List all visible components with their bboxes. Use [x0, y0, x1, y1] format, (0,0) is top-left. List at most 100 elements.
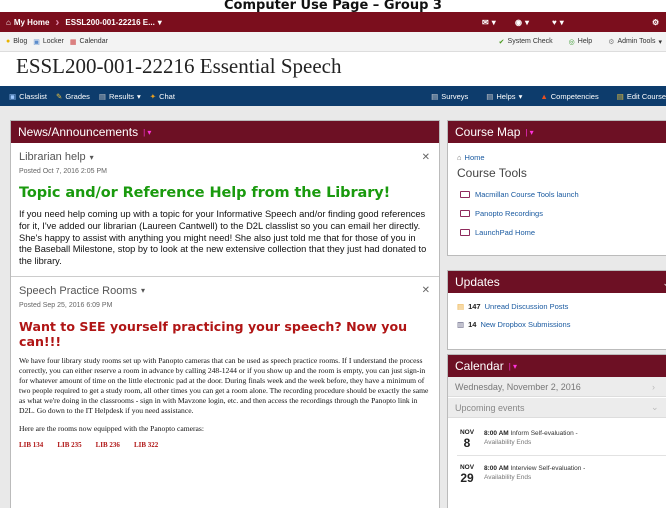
course-map-widget: Course Map | ▾ ⌂ Home Course Tools Macmi… — [447, 120, 666, 256]
chevron-down-icon[interactable]: ▾ — [141, 286, 145, 295]
chevron-down-icon: ▾ — [524, 17, 529, 27]
chevron-down-icon: ▾ — [559, 17, 564, 27]
update-label: New Dropbox Submissions — [480, 320, 571, 329]
mini-bar: ● Blog ▣ Locker ▦ Calendar ✔ System Chec… — [0, 32, 666, 52]
my-home-link[interactable]: ⌂ My Home — [0, 18, 55, 27]
news-body: If you need help coming up with a topic … — [19, 209, 427, 267]
nav-surveys[interactable]: ▤ Surveys — [431, 92, 468, 101]
blog-icon: ● — [6, 38, 11, 45]
news-widget-header: News/Announcements | ▾ — [11, 121, 439, 143]
people-icon: ▣ — [9, 91, 17, 101]
settings-gear-icon[interactable]: ⚙ — [652, 18, 659, 27]
nav-classlist-label: Classlist — [19, 91, 48, 101]
news-item-title-text: Speech Practice Rooms — [19, 284, 137, 297]
nav-helps[interactable]: ▤ Helps ▾ — [486, 92, 522, 101]
chevron-down-icon[interactable]: ▾ — [90, 153, 94, 162]
rooms-intro: Here are the rooms now equipped with the… — [19, 423, 204, 433]
nav-helps-label: Helps — [496, 91, 516, 101]
dropbox-submissions-link[interactable]: ▥ 14 New Dropbox Submissions — [457, 320, 666, 329]
news-posted-date: Posted Sep 25, 2016 6:09 PM — [19, 301, 113, 309]
tool-link-label: Panopto Recordings — [475, 209, 543, 218]
chevron-down-icon: ▾ — [658, 38, 662, 46]
update-label: Unread Discussion Posts — [484, 302, 569, 311]
survey-icon: ▤ — [431, 91, 439, 101]
update-count: 147 — [468, 302, 481, 311]
updates-title: Updates — [455, 275, 500, 289]
admin-tools-menu[interactable]: ⚙ Admin Tools ▾ — [608, 38, 662, 46]
panopto-recordings-link[interactable]: Panopto Recordings — [460, 209, 666, 218]
my-home-label: My Home — [13, 17, 50, 27]
nav-results-label: Results — [109, 91, 135, 101]
news-item-title: Librarian help ▾ ✕ — [19, 151, 431, 163]
event-divider — [457, 455, 666, 456]
close-icon[interactable]: ✕ — [422, 152, 430, 163]
blog-link[interactable]: ● Blog — [6, 38, 27, 45]
news-widget: News/Announcements | ▾ Librarian help ▾ … — [10, 120, 440, 508]
calendar-link[interactable]: ▦ Calendar — [70, 38, 108, 46]
launchpad-home-link[interactable]: LaunchPad Home — [460, 228, 666, 237]
calendar-title: Calendar — [455, 359, 504, 373]
nav-competencies-label: Competencies — [550, 91, 599, 101]
blog-label: Blog — [13, 38, 28, 45]
calendar-current-date[interactable]: Wednesday, November 2, 2016 › — [448, 377, 666, 397]
course-map-header: Course Map | ▾ — [448, 121, 666, 143]
system-check-link[interactable]: ✔ System Check — [499, 38, 553, 46]
room-item: LIB 235 — [57, 440, 82, 449]
event-title: Interview Self-evaluation - — [510, 465, 586, 472]
chevron-right-icon: › — [652, 381, 655, 392]
widget-menu-icon[interactable]: | ▾ — [525, 128, 533, 137]
calendar-event[interactable]: NOV 8 8:00 AM Inform Self-evaluation - A… — [457, 429, 666, 450]
news-item-title-text: Librarian help — [19, 151, 86, 163]
event-time: 8:00 AM — [484, 430, 509, 437]
news-divider — [11, 275, 439, 277]
nav-surveys-label: Surveys — [441, 91, 469, 101]
close-icon[interactable]: ✕ — [422, 285, 430, 296]
news-widget-title: News/Announcements — [18, 125, 139, 139]
upcoming-events-toggle[interactable]: Upcoming events ⌄ — [448, 398, 666, 418]
checkmark-icon: ✔ — [498, 38, 505, 46]
module-icon — [460, 229, 470, 236]
room-item: LIB 134 — [19, 440, 44, 449]
tool-link-label: LaunchPad Home — [475, 228, 536, 237]
locker-link[interactable]: ▣ Locker — [33, 38, 64, 46]
system-check-label: System Check — [507, 38, 553, 45]
calendar-event[interactable]: NOV 29 8:00 AM Interview Self-evaluation… — [457, 464, 666, 485]
help-link[interactable]: ◎ Help — [569, 38, 593, 46]
updates-header: Updates ⌄ — [448, 271, 666, 293]
room-item: LIB 236 — [95, 440, 120, 449]
updates-widget: Updates ⌄ ▤ 147 Unread Discussion Posts … — [447, 270, 666, 350]
homepage-content: News/Announcements | ▾ Librarian help ▾ … — [0, 106, 666, 508]
news-headline: Want to SEE yourself practicing your spe… — [19, 318, 408, 350]
chevron-down-icon[interactable]: ⌄ — [662, 278, 666, 289]
dropbox-icon: ▥ — [457, 320, 465, 329]
notifications-icon[interactable]: ♥ — [552, 18, 557, 27]
course-tools-heading: Course Tools — [457, 166, 527, 180]
chat-icon: ✦ — [149, 91, 157, 101]
locker-label: Locker — [42, 38, 64, 45]
nav-edit-course[interactable]: ▤ Edit Course — [617, 92, 666, 101]
course-selector[interactable]: ESSL200-001-22216 E... ▾ — [59, 18, 167, 27]
unread-posts-link[interactable]: ▤ 147 Unread Discussion Posts — [457, 302, 666, 311]
help-label: Help — [577, 38, 593, 45]
subscriptions-icon[interactable]: ◉ — [515, 18, 522, 27]
nav-results[interactable]: ▤ Results ▾ — [99, 92, 141, 101]
nav-competencies[interactable]: ▲ Competencies — [540, 92, 598, 101]
course-navbar: ▣ Classlist ✎ Grades ▤ Results ▾ ✦ Chat … — [0, 86, 666, 106]
event-title: Inform Self-evaluation - — [510, 430, 578, 437]
news-headline: Topic and/or Reference Help from the Lib… — [19, 185, 391, 201]
module-icon — [460, 210, 470, 217]
nav-classlist[interactable]: ▣ Classlist — [9, 92, 47, 101]
locker-icon: ▣ — [33, 38, 40, 46]
room-list: LIB 134 LIB 235 LIB 236 LIB 322 — [19, 441, 431, 449]
widget-menu-icon[interactable]: | ▾ — [509, 362, 517, 371]
nav-chat[interactable]: ✦ Chat — [150, 92, 175, 101]
room-item: LIB 322 — [133, 440, 159, 449]
admin-tools-label: Admin Tools — [617, 38, 656, 45]
course-map-home-link[interactable]: ⌂ Home — [457, 153, 666, 162]
event-month: NOV — [459, 464, 475, 471]
nav-grades[interactable]: ✎ Grades — [56, 92, 90, 101]
widget-menu-icon[interactable]: | ▾ — [143, 128, 151, 137]
macmillan-tools-link[interactable]: Macmillan Course Tools launch — [460, 190, 666, 199]
grades-icon: ✎ — [56, 91, 63, 101]
email-icon[interactable]: ✉ — [482, 18, 489, 27]
